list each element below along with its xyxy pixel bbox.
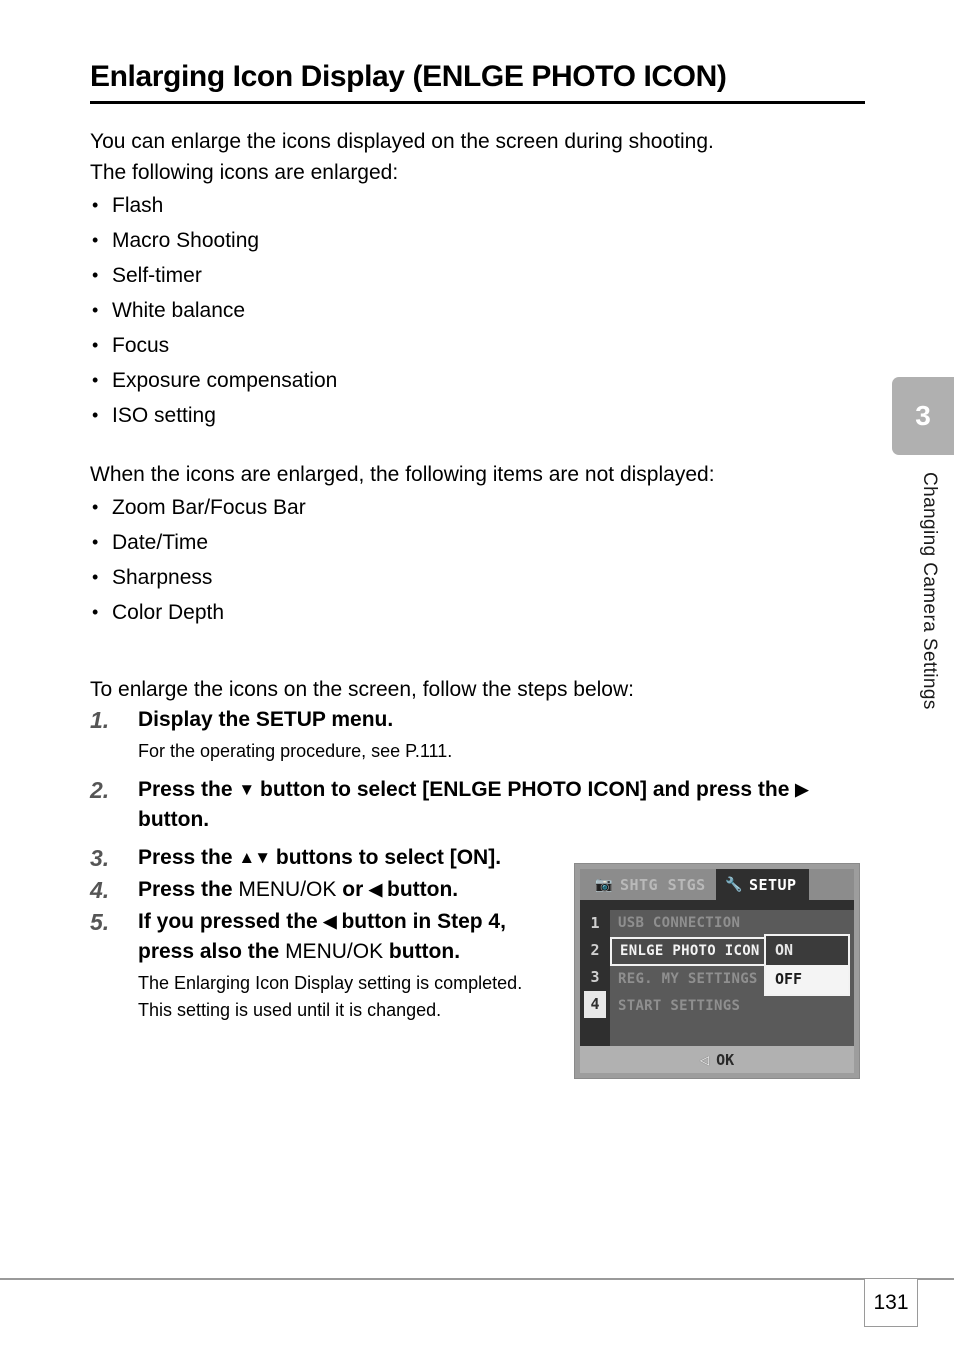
menu-ok-label: MENU/OK — [285, 940, 384, 963]
step-text: Press the — [138, 778, 239, 801]
step-text: button. — [383, 940, 461, 963]
chapter-tab: 3 — [892, 377, 954, 455]
step-text: button. — [381, 878, 459, 901]
ok-label: OK — [716, 1050, 735, 1069]
lcd-footer-bar: ◁ OK — [580, 1046, 854, 1073]
step-number: 2. — [90, 777, 110, 803]
list-item: Macro Shooting — [90, 223, 880, 258]
step-text: or — [336, 878, 370, 901]
step-text: button to select [ENLGE PHOTO ICON] and … — [254, 778, 796, 801]
down-arrow-icon: ▼ — [238, 780, 255, 799]
dropdown-option-on[interactable]: ON — [766, 936, 848, 965]
camera-icon: 📷 — [595, 876, 613, 893]
footer-rule — [0, 1278, 954, 1280]
enlarged-items-list: Flash Macro Shooting Self-timer White ba… — [90, 188, 880, 433]
row-number: 2 — [590, 941, 600, 959]
menu-item-usb-connection[interactable]: USB CONNECTION — [610, 910, 854, 937]
dropdown-option-off[interactable]: OFF — [766, 965, 848, 994]
list-item: ISO setting — [90, 398, 880, 433]
tab-label: SHTG STGS — [619, 875, 706, 894]
step-heading: Press the MENU/OK or ◀ button. — [138, 875, 558, 905]
list-item: Zoom Bar/Focus Bar — [90, 490, 880, 525]
not-displayed-intro: When the icons are enlarged, the followi… — [90, 463, 715, 486]
list-item: Self-timer — [90, 258, 880, 293]
title-underline — [90, 101, 865, 104]
intro-line-1: You can enlarge the icons displayed on t… — [90, 130, 714, 153]
list-item: Sharpness — [90, 560, 880, 595]
step-heading: Press the ▲▼ buttons to select [ON]. — [138, 843, 558, 873]
lcd-tab-bar: 📷 SHTG STGS 🔧 SETUP — [580, 869, 854, 900]
row-number: 1 — [590, 914, 600, 932]
step-number: 1. — [90, 707, 110, 733]
step-heading: Display the SETUP menu. — [138, 708, 394, 731]
row-number-active: 4 — [584, 991, 606, 1018]
tab-label: SETUP — [748, 875, 797, 894]
step-text: Press the — [138, 878, 239, 901]
document-page: Enlarging Icon Display (ENLGE PHOTO ICON… — [0, 0, 954, 1351]
step-number: 3. — [90, 845, 110, 871]
body-content: You can enlarge the icons displayed on t… — [90, 126, 880, 705]
not-displayed-items-list: Zoom Bar/Focus Bar Date/Time Sharpness C… — [90, 490, 880, 630]
enlge-photo-icon-dropdown[interactable]: ON OFF — [764, 934, 850, 996]
step-text: Press the — [138, 846, 239, 869]
step-1: 1. Display the SETUP menu. For the opera… — [90, 705, 880, 765]
lcd-row-numbers: 1 2 3 4 — [584, 910, 606, 1018]
page-number: 131 — [864, 1279, 918, 1327]
page-title-block: Enlarging Icon Display (ENLGE PHOTO ICON… — [90, 58, 865, 104]
lcd-menu-body: 1 2 3 4 USB CONNECTION ENLGE PHOTO ICON◀… — [580, 900, 854, 1046]
tab-shooting-settings[interactable]: 📷 SHTG STGS — [586, 872, 715, 897]
page-title: Enlarging Icon Display (ENLGE PHOTO ICON… — [90, 60, 727, 93]
step-detail-2: This setting is used until it is changed… — [138, 1000, 442, 1020]
menu-item-label: ENLGE PHOTO ICON — [620, 943, 760, 959]
list-item: Color Depth — [90, 595, 880, 630]
step-2: 2. Press the ▼ button to select [ENLGE P… — [90, 775, 880, 835]
step-text: buttons to select [ON]. — [270, 846, 502, 869]
menu-ok-label: MENU/OK — [238, 878, 337, 901]
step-text: If you pressed the — [138, 910, 324, 933]
list-item: White balance — [90, 293, 880, 328]
camera-lcd-figure: 📷 SHTG STGS 🔧 SETUP 1 2 3 4 USB CONNECTI… — [574, 863, 860, 1079]
wrench-screwdriver-icon: 🔧 — [725, 876, 743, 893]
list-item: Exposure compensation — [90, 363, 880, 398]
chapter-label: Changing Camera Settings — [919, 472, 940, 710]
step-detail-1: The Enlarging Icon Display setting is co… — [138, 973, 523, 993]
step-heading: If you pressed the ◀ button in Step 4, p… — [138, 907, 558, 967]
menu-item-start-settings[interactable]: START SETTINGS — [610, 993, 854, 1020]
steps-intro: To enlarge the icons on the screen, foll… — [90, 678, 634, 701]
list-item: Flash — [90, 188, 880, 223]
step-text: button. — [138, 808, 210, 831]
list-item: Focus — [90, 328, 880, 363]
lcd-screen: 📷 SHTG STGS 🔧 SETUP 1 2 3 4 USB CONNECTI… — [580, 869, 854, 1073]
step-detail: For the operating procedure, see P.111. — [138, 741, 453, 761]
left-arrow-icon: ◁ — [699, 1052, 710, 1067]
tab-setup[interactable]: 🔧 SETUP — [716, 869, 809, 900]
chapter-number: 3 — [915, 400, 931, 431]
right-arrow-icon: ▶ — [795, 780, 808, 799]
step-number: 5. — [90, 909, 110, 935]
intro-line-2: The following icons are enlarged: — [90, 161, 399, 184]
left-arrow-icon: ◀ — [369, 880, 382, 899]
up-down-arrow-icon: ▲▼ — [238, 848, 271, 867]
row-number: 3 — [590, 968, 600, 986]
left-arrow-icon: ◀ — [323, 912, 337, 931]
step-number: 4. — [90, 877, 110, 903]
list-item: Date/Time — [90, 525, 880, 560]
step-heading: Press the ▼ button to select [ENLGE PHOT… — [138, 775, 880, 835]
